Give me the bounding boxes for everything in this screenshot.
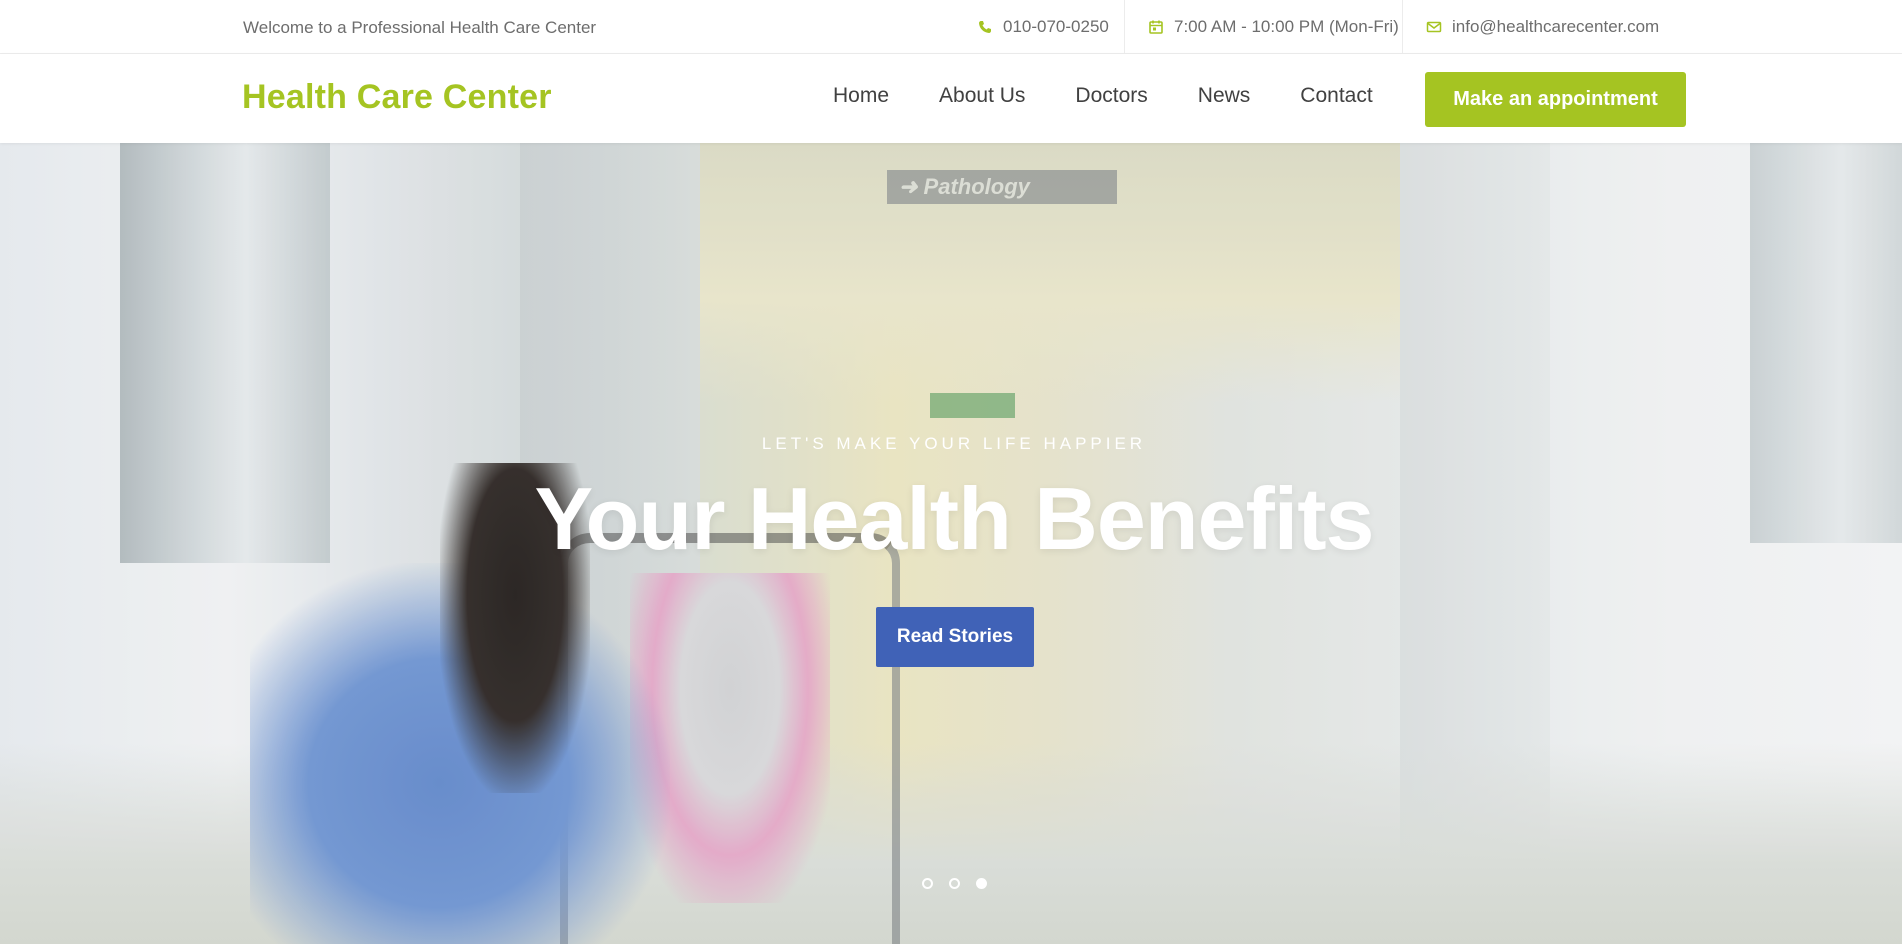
email-info[interactable]: info@healthcarecenter.com xyxy=(1426,0,1659,54)
top-info-bar: Welcome to a Professional Health Care Ce… xyxy=(0,0,1902,54)
main-menu: Home About Us Doctors News Contact xyxy=(833,84,1423,108)
hero-headline: Your Health Benefits xyxy=(534,469,1375,568)
topbar-divider xyxy=(1402,0,1403,54)
make-appointment-button[interactable]: Make an appointment xyxy=(1425,72,1686,127)
welcome-text: Welcome to a Professional Health Care Ce… xyxy=(243,18,597,37)
opening-hours: 7:00 AM - 10:00 PM (Mon-Fri) xyxy=(1174,17,1399,36)
envelope-icon xyxy=(1426,19,1442,35)
nav-contact[interactable]: Contact xyxy=(1300,84,1372,108)
topbar-divider xyxy=(1124,0,1125,54)
slider-dot-2[interactable] xyxy=(949,878,960,889)
phone-info[interactable]: 010-070-0250 xyxy=(977,0,1109,54)
nav-about-us[interactable]: About Us xyxy=(939,84,1025,108)
hero-eyebrow: LET'S MAKE YOUR LIFE HAPPIER xyxy=(761,434,1147,453)
slider-dot-3[interactable] xyxy=(976,878,987,889)
read-stories-button[interactable]: Read Stories xyxy=(876,607,1034,667)
slider-dot-1[interactable] xyxy=(922,878,933,889)
nav-news[interactable]: News xyxy=(1198,84,1251,108)
phone-icon xyxy=(977,19,993,35)
hours-info: 7:00 AM - 10:00 PM (Mon-Fri) xyxy=(1148,0,1399,54)
slider-pagination xyxy=(922,878,987,889)
phone-number: 010-070-0250 xyxy=(1003,17,1109,36)
site-logo[interactable]: Health Care Center xyxy=(242,78,552,117)
email-address: info@healthcarecenter.com xyxy=(1452,17,1660,36)
hero-slider: ➜ Pathology LET'S MAKE YOUR LIFE HAPPIER… xyxy=(0,143,1902,944)
nav-doctors[interactable]: Doctors xyxy=(1075,84,1147,108)
nav-home[interactable]: Home xyxy=(833,84,889,108)
main-navbar: Health Care Center Home About Us Doctors… xyxy=(0,54,1902,143)
calendar-icon xyxy=(1148,19,1164,35)
